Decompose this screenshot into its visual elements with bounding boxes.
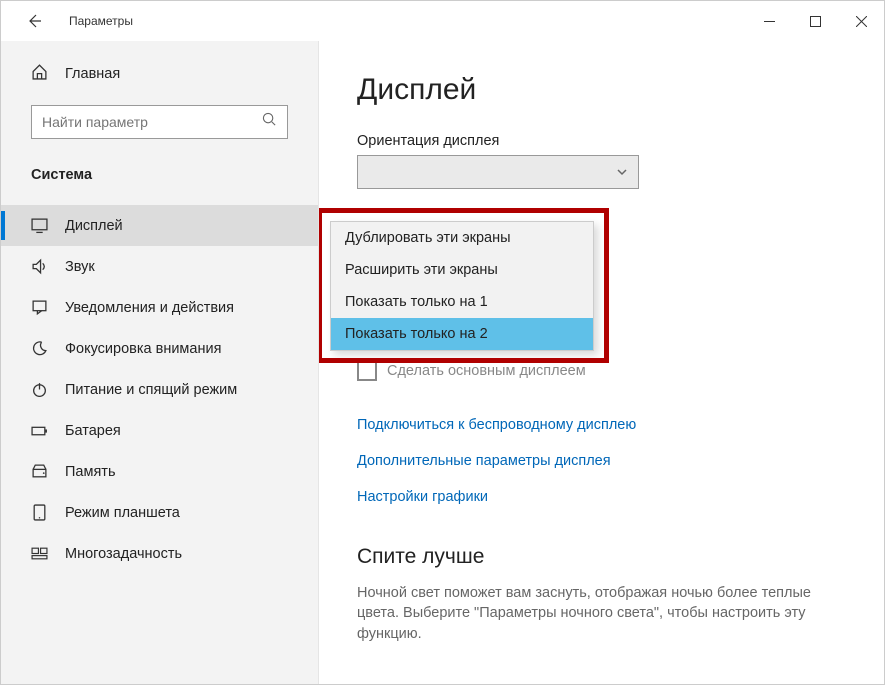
sleep-heading: Спите лучше [357,545,844,569]
tablet-icon [31,504,48,521]
storage-icon [31,463,48,480]
chevron-down-icon [616,166,628,178]
maximize-button[interactable] [792,1,838,41]
section-title: Система [1,157,318,205]
page-title: Дисплей [357,73,844,107]
minimize-icon [764,16,775,27]
home-icon [31,63,48,85]
power-icon [31,381,48,398]
titlebar: Параметры [1,1,884,41]
sidebar-item-label: Многозадачность [65,546,182,562]
orientation-select[interactable] [357,155,639,189]
primary-display-row: Сделать основным дисплеем [357,361,844,381]
primary-display-label: Сделать основным дисплеем [387,363,586,379]
back-button[interactable] [19,6,49,36]
home-nav[interactable]: Главная [1,53,318,101]
search-input-container[interactable] [31,105,288,139]
battery-icon [31,422,48,439]
sidebar-item-label: Питание и спящий режим [65,382,237,398]
sidebar-item-label: Звук [65,259,95,275]
sidebar-item-display[interactable]: Дисплей [1,205,318,246]
link-wireless-display[interactable]: Подключиться к беспроводному дисплею [357,417,844,433]
sidebar-item-multitask[interactable]: Многозадачность [1,533,318,574]
content-container: Главная Система Дисплей Звук Уведомления… [1,41,884,684]
sidebar-item-label: Режим планшета [65,505,180,521]
sidebar-item-label: Батарея [65,423,121,439]
display-mode-dropdown: Дублировать эти экраны Расширить эти экр… [330,221,594,351]
search-input[interactable] [42,114,262,130]
sidebar-item-sound[interactable]: Звук [1,246,318,287]
close-icon [856,16,867,27]
link-advanced-display[interactable]: Дополнительные параметры дисплея [357,453,844,469]
sound-icon [31,258,48,275]
window-controls [746,1,884,41]
sidebar-item-focus[interactable]: Фокусировка внимания [1,328,318,369]
dropdown-option-extend[interactable]: Расширить эти экраны [331,254,593,286]
sidebar-item-storage[interactable]: Память [1,451,318,492]
main-content: Дисплей Ориентация дисплея Дублировать э… [319,41,884,684]
link-graphics-settings[interactable]: Настройки графики [357,489,844,505]
sidebar-item-tablet[interactable]: Режим планшета [1,492,318,533]
sidebar-item-label: Фокусировка внимания [65,341,221,357]
search-icon [262,112,277,132]
multitask-icon [31,545,48,562]
notification-icon [31,299,48,316]
sidebar-item-notifications[interactable]: Уведомления и действия [1,287,318,328]
dropdown-option-duplicate[interactable]: Дублировать эти экраны [331,222,593,254]
sidebar-item-label: Дисплей [65,218,123,234]
sidebar-item-power[interactable]: Питание и спящий режим [1,369,318,410]
dropdown-option-only1[interactable]: Показать только на 1 [331,286,593,318]
sidebar: Главная Система Дисплей Звук Уведомления… [1,41,319,684]
orientation-label: Ориентация дисплея [357,133,844,149]
arrow-left-icon [26,13,42,29]
moon-icon [31,340,48,357]
sidebar-item-battery[interactable]: Батарея [1,410,318,451]
maximize-icon [810,16,821,27]
display-icon [31,217,48,234]
sleep-description: Ночной свет поможет вам заснуть, отображ… [357,583,844,644]
primary-display-checkbox[interactable] [357,361,377,381]
home-label: Главная [65,66,120,82]
minimize-button[interactable] [746,1,792,41]
window-title: Параметры [69,14,746,28]
close-button[interactable] [838,1,884,41]
sidebar-item-label: Память [65,464,116,480]
dropdown-option-only2[interactable]: Показать только на 2 [331,318,593,350]
sidebar-item-label: Уведомления и действия [65,300,234,316]
